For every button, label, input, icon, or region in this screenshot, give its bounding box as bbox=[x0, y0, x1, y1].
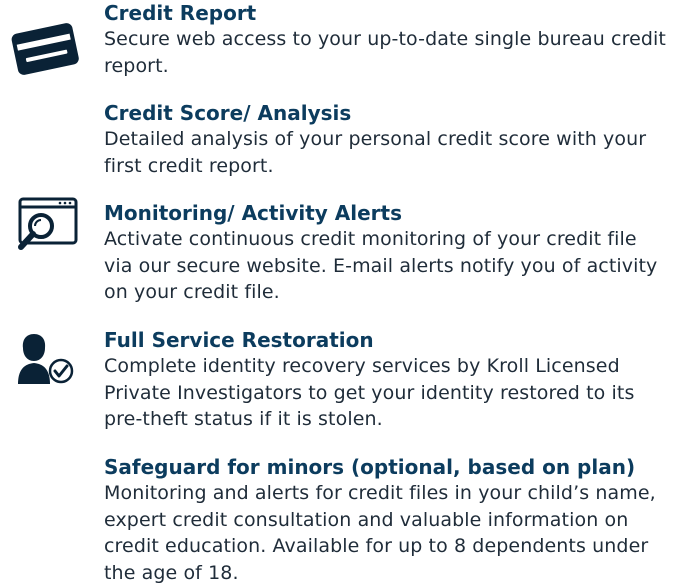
person-check-icon bbox=[16, 330, 78, 386]
feature-credit-report: Credit Report Secure web access to your … bbox=[104, 0, 669, 79]
feature-description: Secure web access to your up-to-date sin… bbox=[104, 28, 666, 77]
credit-card-icon bbox=[8, 18, 82, 78]
feature-description: Monitoring and alerts for credit files i… bbox=[104, 482, 656, 584]
feature-title: Credit Report bbox=[104, 1, 257, 25]
feature-monitoring-alerts: Monitoring/ Activity Alerts Activate con… bbox=[104, 200, 669, 306]
feature-safeguard-minors: Safeguard for minors (optional, based on… bbox=[104, 454, 669, 586]
feature-description: Detailed analysis of your personal credi… bbox=[104, 128, 647, 177]
feature-description: Activate continuous credit monitoring of… bbox=[104, 228, 658, 303]
feature-credit-score: Credit Score/ Analysis Detailed analysis… bbox=[104, 100, 669, 179]
feature-title: Monitoring/ Activity Alerts bbox=[104, 201, 403, 225]
feature-list-page: { "features": [ { "icon": "credit-card-i… bbox=[0, 0, 675, 586]
magnifier-window-icon bbox=[14, 197, 80, 255]
feature-title: Safeguard for minors (optional, based on… bbox=[104, 455, 636, 479]
feature-restoration: Full Service Restoration Complete identi… bbox=[104, 327, 669, 433]
feature-title: Full Service Restoration bbox=[104, 328, 374, 352]
feature-description: Complete identity recovery services by K… bbox=[104, 355, 635, 430]
feature-title: Credit Score/ Analysis bbox=[104, 101, 352, 125]
